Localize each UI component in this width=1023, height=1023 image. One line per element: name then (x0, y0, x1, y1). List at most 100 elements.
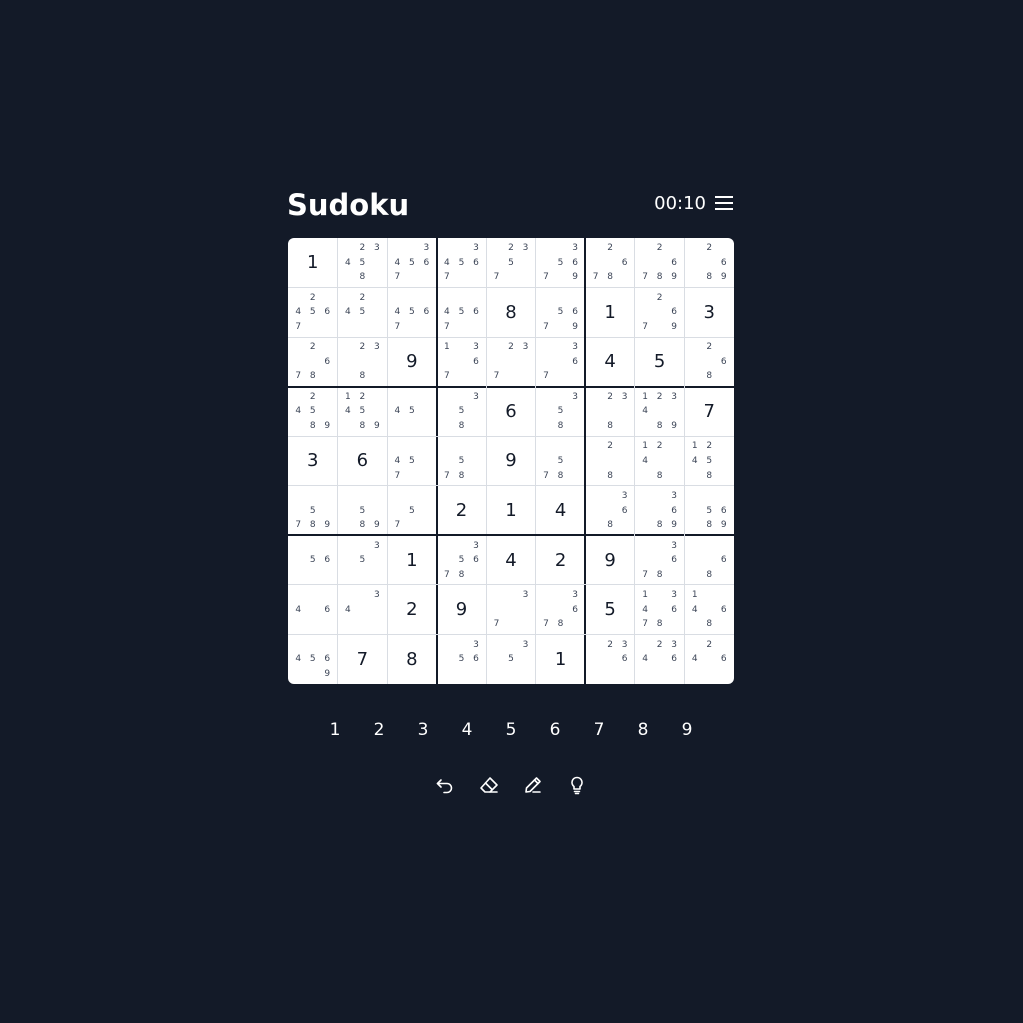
cell-r4c4[interactable]: 35 8 (437, 387, 487, 437)
menu-button[interactable] (714, 194, 734, 212)
cell-r8c8[interactable]: 1 3 4 6 78 (635, 585, 685, 635)
note-4: 4 (691, 455, 698, 466)
cell-r6c1[interactable]: 5789 (288, 486, 338, 536)
cell-r8c9[interactable]: 1 4 68 (684, 585, 734, 635)
cell-r9c5[interactable]: 35 (486, 634, 536, 684)
cell-r6c3[interactable]: 57 (387, 486, 437, 536)
cell-r3c3[interactable]: 9 (387, 337, 437, 387)
cell-r2c1[interactable]: 2456 7 (288, 288, 338, 338)
cell-r7c2[interactable]: 35 (338, 535, 388, 585)
cell-r2c2[interactable]: 245 (338, 288, 388, 338)
cell-r6c2[interactable]: 5 89 (338, 486, 388, 536)
cell-r2c4[interactable]: 456 7 (437, 288, 487, 338)
cell-r5c9[interactable]: 1245 8 (684, 436, 734, 486)
erase-button[interactable] (477, 773, 501, 797)
cell-r3c9[interactable]: 268 (684, 337, 734, 387)
cell-r6c4[interactable]: 2 (437, 486, 487, 536)
cell-r7c5[interactable]: 4 (486, 535, 536, 585)
cell-r6c7[interactable]: 3 68 (585, 486, 635, 536)
cell-r5c4[interactable]: 578 (437, 436, 487, 486)
number-button-3[interactable]: 3 (408, 716, 438, 744)
cell-r8c1[interactable]: 46 (288, 585, 338, 635)
cell-r1c6[interactable]: 356 7 9 (536, 238, 586, 288)
cell-r1c9[interactable]: 2689 (684, 238, 734, 288)
cell-r9c1[interactable]: 456 9 (288, 634, 338, 684)
note-1 (539, 340, 554, 355)
cell-r4c8[interactable]: 123 489 (635, 387, 685, 437)
cell-r2c9[interactable]: 3 (684, 288, 734, 338)
cell-r8c3[interactable]: 2 (387, 585, 437, 635)
cell-r7c9[interactable]: 68 (684, 535, 734, 585)
cell-r9c9[interactable]: 24 6 (684, 634, 734, 684)
cell-r6c9[interactable]: 5689 (684, 486, 734, 536)
cell-r1c3[interactable]: 3 456 7 (387, 238, 437, 288)
notes-button[interactable] (521, 773, 545, 797)
cell-r6c8[interactable]: 3 689 (635, 486, 685, 536)
grid-line-horizontal (288, 584, 734, 586)
hint-button[interactable] (565, 773, 589, 797)
cell-r5c5[interactable]: 9 (486, 436, 536, 486)
cell-r3c1[interactable]: 26 78 (288, 337, 338, 387)
cell-r6c6[interactable]: 4 (536, 486, 586, 536)
cell-r4c9[interactable]: 7 (684, 387, 734, 437)
cell-r4c5[interactable]: 6 (486, 387, 536, 437)
cell-r7c4[interactable]: 356 78 (437, 535, 487, 585)
note-8 (306, 567, 321, 582)
cell-r5c2[interactable]: 6 (338, 436, 388, 486)
cell-r8c5[interactable]: 37 (486, 585, 536, 635)
cell-r5c3[interactable]: 457 (387, 436, 437, 486)
cell-r9c3[interactable]: 8 (387, 634, 437, 684)
cell-r3c5[interactable]: 23 7 (486, 337, 536, 387)
cell-r8c4[interactable]: 9 (437, 585, 487, 635)
cell-r5c1[interactable]: 3 (288, 436, 338, 486)
cell-r4c7[interactable]: 23 8 (585, 387, 635, 437)
cell-r3c6[interactable]: 3 6 7 (536, 337, 586, 387)
cell-r1c7[interactable]: 26 78 (585, 238, 635, 288)
number-button-2[interactable]: 2 (364, 716, 394, 744)
cell-r5c8[interactable]: 1248 (635, 436, 685, 486)
cell-r5c7[interactable]: 28 (585, 436, 635, 486)
number-button-6[interactable]: 6 (540, 716, 570, 744)
cell-r9c7[interactable]: 23 6 (585, 634, 635, 684)
cell-r1c1[interactable]: 1 (288, 238, 338, 288)
cell-r3c2[interactable]: 23 8 (338, 337, 388, 387)
number-button-7[interactable]: 7 (584, 716, 614, 744)
cell-r7c1[interactable]: 56 (288, 535, 338, 585)
cell-r1c4[interactable]: 3 456 7 (437, 238, 487, 288)
note-6 (617, 454, 632, 469)
cell-r7c7[interactable]: 9 (585, 535, 635, 585)
cell-r7c8[interactable]: 3 6 78 (635, 535, 685, 585)
cell-r8c2[interactable]: 34 (338, 585, 388, 635)
cell-r2c7[interactable]: 1 (585, 288, 635, 338)
cell-r4c6[interactable]: 35 8 (536, 387, 586, 437)
cell-r7c6[interactable]: 2 (536, 535, 586, 585)
cell-r3c8[interactable]: 5 (635, 337, 685, 387)
number-button-4[interactable]: 4 (452, 716, 482, 744)
cell-r4c2[interactable]: 1245 89 (338, 387, 388, 437)
cell-r2c6[interactable]: 56 7 9 (536, 288, 586, 338)
cell-r1c5[interactable]: 2357 (486, 238, 536, 288)
cell-r2c3[interactable]: 456 7 (387, 288, 437, 338)
cell-r7c3[interactable]: 1 (387, 535, 437, 585)
cell-r5c6[interactable]: 578 (536, 436, 586, 486)
cell-r2c8[interactable]: 26 7 9 (635, 288, 685, 338)
cell-r2c5[interactable]: 8 (486, 288, 536, 338)
number-button-9[interactable]: 9 (672, 716, 702, 744)
cell-r9c8[interactable]: 23 4 6 (635, 634, 685, 684)
number-button-5[interactable]: 5 (496, 716, 526, 744)
cell-r3c7[interactable]: 4 (585, 337, 635, 387)
cell-r8c6[interactable]: 3 6 78 (536, 585, 586, 635)
cell-r9c2[interactable]: 7 (338, 634, 388, 684)
cell-r1c2[interactable]: 23 45 8 (338, 238, 388, 288)
number-button-8[interactable]: 8 (628, 716, 658, 744)
cell-r4c1[interactable]: 245 89 (288, 387, 338, 437)
cell-r4c3[interactable]: 45 (387, 387, 437, 437)
cell-r8c7[interactable]: 5 (585, 585, 635, 635)
number-button-1[interactable]: 1 (320, 716, 350, 744)
cell-r9c4[interactable]: 356 (437, 634, 487, 684)
undo-button[interactable] (433, 773, 457, 797)
cell-r1c8[interactable]: 26 789 (635, 238, 685, 288)
cell-r6c5[interactable]: 1 (486, 486, 536, 536)
cell-r9c6[interactable]: 1 (536, 634, 586, 684)
cell-r3c4[interactable]: 1 3 6 7 (437, 337, 487, 387)
